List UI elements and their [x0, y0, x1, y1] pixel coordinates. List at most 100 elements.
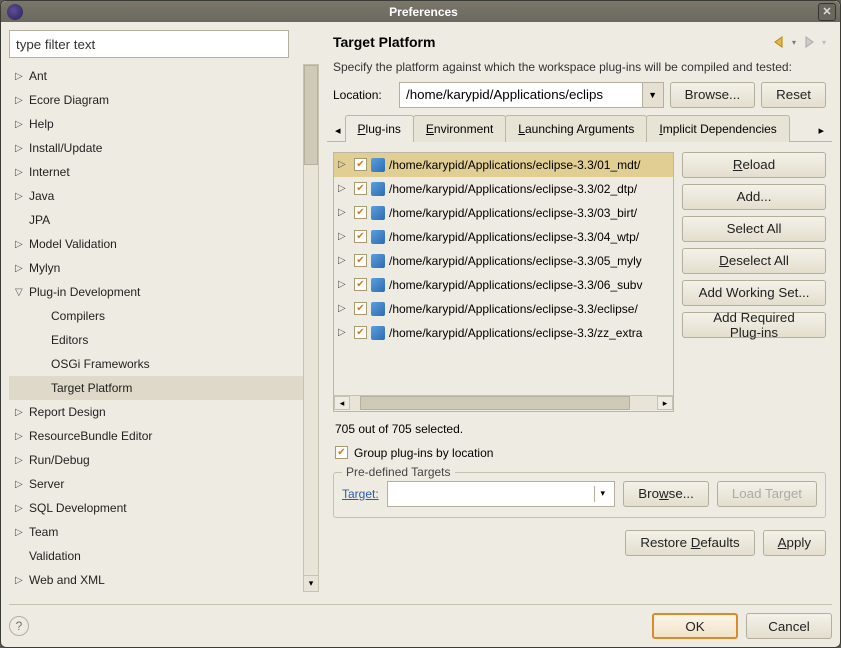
tree-item[interactable]: ▷Model Validation — [9, 232, 303, 256]
group-checkbox[interactable] — [335, 446, 348, 459]
plugin-row[interactable]: ▷/home/karypid/Applications/eclipse-3.3/… — [334, 225, 673, 249]
tab-scroll-left-icon[interactable]: ◂ — [331, 120, 345, 141]
plugin-row[interactable]: ▷/home/karypid/Applications/eclipse-3.3/… — [334, 177, 673, 201]
ok-button[interactable]: OK — [652, 613, 738, 639]
add-required-button[interactable]: Add Required Plug-ins — [682, 312, 826, 338]
expand-icon[interactable]: ▷ — [338, 183, 350, 194]
plugin-checkbox[interactable] — [354, 158, 367, 171]
scroll-down-icon[interactable]: ▾ — [304, 575, 318, 591]
plugin-checkbox[interactable] — [354, 254, 367, 267]
plugin-hscroll[interactable]: ◂ ▸ — [334, 395, 673, 411]
expand-icon[interactable]: ▷ — [15, 119, 29, 130]
tree-item[interactable]: ▷Run/Debug — [9, 448, 303, 472]
apply-button[interactable]: Apply — [763, 530, 826, 556]
tree-item[interactable]: ▷Ant — [9, 64, 303, 88]
plugin-row[interactable]: ▷/home/karypid/Applications/eclipse-3.3/… — [334, 321, 673, 345]
tree-item[interactable]: ▷Ecore Diagram — [9, 88, 303, 112]
expand-icon[interactable]: ▷ — [15, 143, 29, 154]
tab-plug-ins[interactable]: Plug-ins — [345, 115, 414, 142]
hscroll-thumb[interactable] — [360, 396, 630, 410]
tree-item[interactable]: ▷Server — [9, 472, 303, 496]
target-browse-button[interactable]: Browse... — [623, 481, 709, 507]
plugin-checkbox[interactable] — [354, 326, 367, 339]
plugin-list[interactable]: ▷/home/karypid/Applications/eclipse-3.3/… — [334, 153, 673, 395]
tab-scroll-right-icon[interactable]: ▸ — [814, 120, 828, 141]
expand-icon[interactable]: ▷ — [15, 167, 29, 178]
expand-icon[interactable]: ▷ — [15, 503, 29, 514]
add-working-set-button[interactable]: Add Working Set... — [682, 280, 826, 306]
plugin-row[interactable]: ▷/home/karypid/Applications/eclipse-3.3/… — [334, 153, 673, 177]
filter-input[interactable] — [9, 30, 289, 58]
tree-item[interactable]: ▷SQL Development — [9, 496, 303, 520]
target-link[interactable]: Target: — [342, 487, 379, 501]
plugin-checkbox[interactable] — [354, 182, 367, 195]
plugin-checkbox[interactable] — [354, 206, 367, 219]
expand-icon[interactable]: ▷ — [338, 231, 350, 242]
browse-button[interactable]: Browse... — [670, 82, 756, 108]
tree-item[interactable]: ▷Mylyn — [9, 256, 303, 280]
expand-icon[interactable]: ▷ — [15, 431, 29, 442]
expand-icon[interactable]: ▷ — [338, 303, 350, 314]
plugin-row[interactable]: ▷/home/karypid/Applications/eclipse-3.3/… — [334, 273, 673, 297]
help-icon[interactable]: ? — [9, 616, 29, 636]
expand-icon[interactable]: ▷ — [15, 575, 29, 586]
expand-icon[interactable]: ▷ — [15, 263, 29, 274]
tree-item[interactable]: Editors — [9, 328, 303, 352]
target-combo[interactable]: ▾ — [387, 481, 616, 507]
plugin-checkbox[interactable] — [354, 302, 367, 315]
tab-environment[interactable]: Environment — [413, 115, 506, 142]
tree-item[interactable]: ▷Java — [9, 184, 303, 208]
plugin-checkbox[interactable] — [354, 278, 367, 291]
deselect-all-button[interactable]: Deselect All — [682, 248, 826, 274]
tree-item[interactable]: ▷Web and XML — [9, 568, 303, 592]
expand-icon[interactable]: ▷ — [338, 207, 350, 218]
tree-item[interactable]: ▽Plug-in Development — [9, 280, 303, 304]
chevron-down-icon[interactable]: ▾ — [594, 486, 610, 502]
hscroll-track[interactable] — [350, 396, 657, 410]
tree-item[interactable]: ▷Team — [9, 520, 303, 544]
tab-implicit-dependencies[interactable]: Implicit Dependencies — [646, 115, 789, 142]
expand-icon[interactable]: ▷ — [15, 407, 29, 418]
restore-defaults-button[interactable]: Restore Defaults — [625, 530, 754, 556]
location-input[interactable] — [399, 82, 642, 108]
back-icon[interactable] — [772, 35, 786, 49]
add-button[interactable]: Add... — [682, 184, 826, 210]
tree-item[interactable]: Compilers — [9, 304, 303, 328]
tree-item[interactable]: ▷Help — [9, 112, 303, 136]
cancel-button[interactable]: Cancel — [746, 613, 832, 639]
expand-icon[interactable]: ▷ — [15, 479, 29, 490]
hscroll-left-icon[interactable]: ◂ — [334, 396, 350, 410]
hscroll-right-icon[interactable]: ▸ — [657, 396, 673, 410]
select-all-button[interactable]: Select All — [682, 216, 826, 242]
tree-item[interactable]: Validation — [9, 544, 303, 568]
expand-icon[interactable]: ▷ — [15, 527, 29, 538]
preferences-tree[interactable]: ▷Ant▷Ecore Diagram▷Help▷Install/Update▷I… — [9, 64, 303, 592]
plugin-row[interactable]: ▷/home/karypid/Applications/eclipse-3.3/… — [334, 201, 673, 225]
back-menu-icon[interactable]: ▾ — [792, 38, 796, 47]
tree-item[interactable]: ▷Internet — [9, 160, 303, 184]
expand-icon[interactable]: ▷ — [338, 327, 350, 338]
tree-item[interactable]: OSGi Frameworks — [9, 352, 303, 376]
expand-icon[interactable]: ▷ — [15, 455, 29, 466]
tree-item[interactable]: ▷Report Design — [9, 400, 303, 424]
expand-icon[interactable]: ▷ — [338, 255, 350, 266]
expand-icon[interactable]: ▷ — [338, 159, 350, 170]
tree-scrollbar[interactable]: ▾ — [303, 64, 319, 592]
close-icon[interactable]: ✕ — [818, 3, 836, 21]
expand-icon[interactable]: ▷ — [15, 191, 29, 202]
expand-icon[interactable]: ▷ — [15, 239, 29, 250]
expand-icon[interactable]: ▷ — [15, 71, 29, 82]
tree-item[interactable]: JPA — [9, 208, 303, 232]
expand-icon[interactable]: ▷ — [15, 95, 29, 106]
reload-button[interactable]: Reload — [682, 152, 826, 178]
expand-icon[interactable]: ▷ — [338, 279, 350, 290]
plugin-row[interactable]: ▷/home/karypid/Applications/eclipse-3.3/… — [334, 297, 673, 321]
location-combo[interactable]: ▼ — [399, 82, 664, 108]
tree-item[interactable]: ▷ResourceBundle Editor — [9, 424, 303, 448]
tree-item[interactable]: Target Platform — [9, 376, 303, 400]
tree-item[interactable]: ▷Install/Update — [9, 136, 303, 160]
tab-launching-arguments[interactable]: Launching Arguments — [505, 115, 647, 142]
reset-button[interactable]: Reset — [761, 82, 826, 108]
scrollbar-thumb[interactable] — [304, 65, 318, 165]
expand-icon[interactable]: ▽ — [15, 287, 29, 298]
